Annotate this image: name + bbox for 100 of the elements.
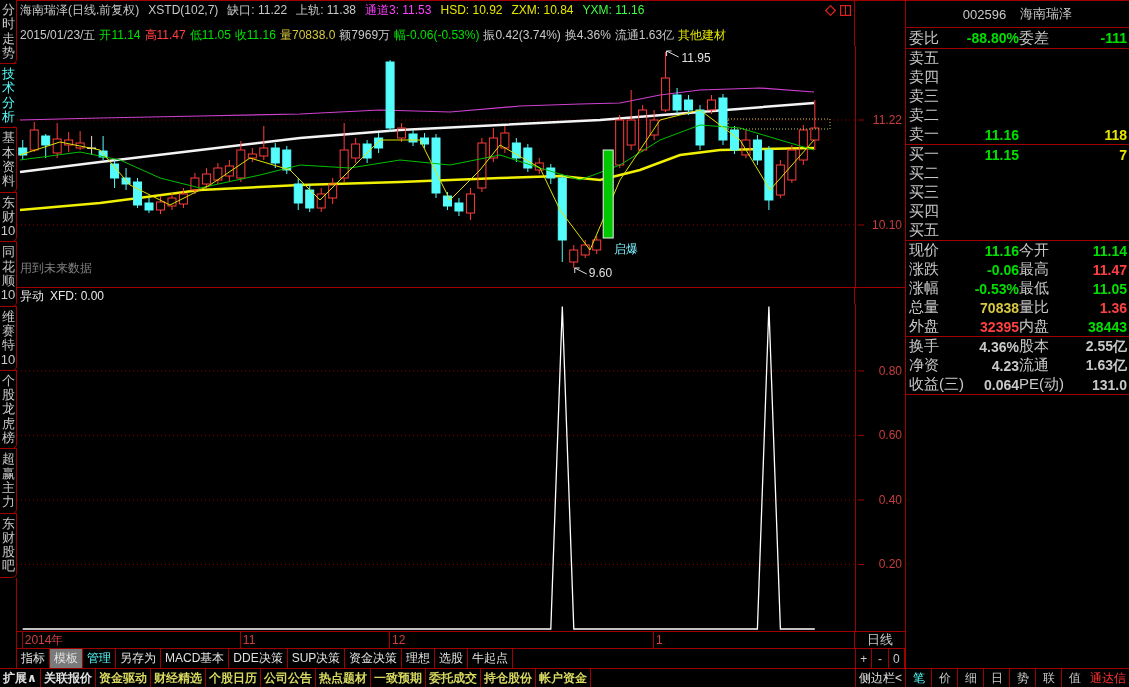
date-label: 1 bbox=[653, 632, 663, 648]
quote-label: 换手 bbox=[909, 337, 940, 356]
bottom-bar-button[interactable]: 持仓股份 bbox=[480, 669, 536, 687]
sidebar-tab[interactable]: 东财股吧 bbox=[0, 512, 17, 578]
chart-title: 海南瑞泽(日线.前复权) bbox=[20, 1, 140, 19]
quote-field: 低11.05 bbox=[189, 27, 231, 44]
quote-label: 涨幅 bbox=[909, 279, 940, 298]
quote-label: 总量 bbox=[909, 298, 940, 317]
order-level-label: 买一 bbox=[909, 145, 940, 164]
leader-line bbox=[574, 267, 588, 275]
quote-value: 11.47 bbox=[1092, 261, 1127, 278]
axis-label: 0.60 bbox=[878, 428, 902, 443]
brand-label: 通达信 bbox=[1089, 669, 1127, 687]
bottom-bar-button[interactable]: 热点题材 bbox=[315, 669, 371, 687]
quote-field: 2015/01/23/五 bbox=[20, 27, 96, 44]
quote-label: 最高 bbox=[1019, 260, 1050, 279]
quote-label: 现价 bbox=[909, 241, 940, 260]
quote-value: -0.53% bbox=[974, 280, 1019, 297]
quote-field: 幅-0.06(-0.53%) bbox=[394, 27, 480, 44]
quote-value: 38443 bbox=[1088, 318, 1127, 335]
order-price: 11.16 bbox=[984, 126, 1019, 143]
panel-tab[interactable]: 价 bbox=[931, 669, 957, 687]
quote-label: 量比 bbox=[1019, 298, 1050, 317]
toolbar-button[interactable]: 资金决策 bbox=[345, 649, 403, 668]
date-label: 11 bbox=[239, 632, 256, 648]
quote-label: 外盘 bbox=[909, 317, 940, 336]
order-level-label: 买四 bbox=[909, 202, 940, 221]
order-level-label: 卖五 bbox=[909, 49, 940, 68]
bottom-bar-button[interactable]: 扩展∧ bbox=[0, 669, 41, 687]
sidebar-toggle-button[interactable]: 侧边栏< bbox=[855, 669, 905, 687]
toolbar-button[interactable]: 理想 bbox=[402, 649, 436, 668]
quote-label: 委差 bbox=[1019, 28, 1050, 48]
quote-label: 涨跌 bbox=[909, 260, 940, 279]
bottom-bar-button[interactable]: 委托成交 bbox=[425, 669, 481, 687]
quote-value: 32395 bbox=[980, 318, 1019, 335]
quote-value: 2.55亿 bbox=[1085, 337, 1127, 356]
panel-tab[interactable]: 势 bbox=[1009, 669, 1035, 687]
price-label: 11.22 bbox=[872, 113, 902, 127]
quote-label: PE(动) bbox=[1019, 375, 1065, 394]
indicator-value: 缺口: 11.22 bbox=[227, 1, 288, 19]
quote-label: 委比 bbox=[909, 28, 940, 48]
panel-tab[interactable]: 笔 bbox=[905, 669, 931, 687]
signal-label: 启爆 bbox=[614, 242, 639, 256]
quote-label: 流通 bbox=[1019, 356, 1050, 375]
stock-code: 002596 bbox=[962, 6, 1007, 22]
zoom-out-button[interactable]: - bbox=[872, 649, 889, 668]
price-label: 10.10 bbox=[871, 218, 902, 232]
quote-label: 收益(三) bbox=[909, 375, 965, 394]
quote-field: 量70838.0 bbox=[279, 27, 336, 44]
quote-label: 最低 bbox=[1019, 279, 1050, 298]
toolbar-button[interactable]: MACD基本 bbox=[161, 649, 230, 668]
order-level-label: 卖一 bbox=[909, 125, 940, 144]
date-label: 12 bbox=[389, 632, 406, 648]
toolbar-button[interactable]: 管理 bbox=[83, 649, 116, 668]
panel-tab[interactable]: 细 bbox=[957, 669, 983, 687]
period-button[interactable]: 日线 bbox=[855, 631, 905, 649]
bottom-bar-button[interactable]: 个股日历 bbox=[205, 669, 261, 687]
note-text: 用到未来数据 bbox=[20, 261, 92, 275]
panel-tab[interactable]: 联 bbox=[1035, 669, 1061, 687]
quote-field: 振0.42(3.74%) bbox=[483, 27, 561, 44]
bottom-bar-button[interactable]: 公司公告 bbox=[260, 669, 316, 687]
quote-value: 1.36 bbox=[1099, 299, 1127, 316]
quote-value: 11.05 bbox=[1092, 280, 1127, 297]
axis-label: 0.20 bbox=[878, 557, 902, 572]
bottom-bar-button[interactable]: 资金驱动 bbox=[95, 669, 151, 687]
indicator-value: ZXM: 10.84 bbox=[511, 3, 574, 17]
quote-label: 今开 bbox=[1019, 241, 1050, 260]
quote-field: 额7969万 bbox=[339, 27, 391, 44]
bottom-bar-button[interactable]: 帐户资金 bbox=[535, 669, 591, 687]
toolbar-button[interactable]: 选股 bbox=[435, 649, 469, 668]
quote-value: 11.14 bbox=[1092, 242, 1127, 259]
zoom-in-button[interactable]: + bbox=[856, 649, 873, 668]
square-icon[interactable] bbox=[840, 4, 851, 16]
diamond-icon[interactable] bbox=[825, 4, 836, 16]
order-level-label: 卖二 bbox=[909, 106, 940, 125]
toolbar-button[interactable]: 另存为 bbox=[116, 649, 161, 668]
indicator-value: HSD: 10.92 bbox=[440, 3, 503, 17]
leader-line bbox=[666, 50, 680, 58]
quote-value: 131.0 bbox=[1091, 376, 1127, 393]
bottom-bar-button[interactable]: 关联报价 bbox=[40, 669, 96, 687]
quote-value: 0.064 bbox=[983, 376, 1019, 393]
indicator-value: 通道3: 11.53 bbox=[365, 1, 432, 19]
axis-label: 0.80 bbox=[878, 363, 902, 378]
toolbar-button[interactable]: SUP决策 bbox=[287, 649, 346, 668]
bottom-bar-button[interactable]: 一致预期 bbox=[370, 669, 426, 687]
order-level-label: 买三 bbox=[909, 183, 940, 202]
toolbar-button[interactable]: 牛起点 bbox=[468, 649, 514, 668]
reset-button[interactable]: 0 bbox=[888, 649, 905, 668]
indicator-value: YXM: 11.16 bbox=[582, 3, 645, 17]
quote-value: -111 bbox=[1100, 30, 1127, 46]
quote-field: 其他建材 bbox=[678, 27, 727, 44]
panel-tab[interactable]: 日 bbox=[983, 669, 1009, 687]
quote-label: 内盘 bbox=[1019, 317, 1050, 336]
order-level-label: 买二 bbox=[909, 164, 940, 183]
quote-value: 11.16 bbox=[984, 242, 1019, 259]
quote-field: 流通1.63亿 bbox=[614, 27, 675, 44]
order-price: 11.15 bbox=[984, 146, 1019, 163]
panel-tab[interactable]: 值 bbox=[1061, 669, 1087, 687]
toolbar-button[interactable]: DDE决策 bbox=[229, 649, 288, 668]
bottom-bar-button[interactable]: 财经精选 bbox=[150, 669, 206, 687]
